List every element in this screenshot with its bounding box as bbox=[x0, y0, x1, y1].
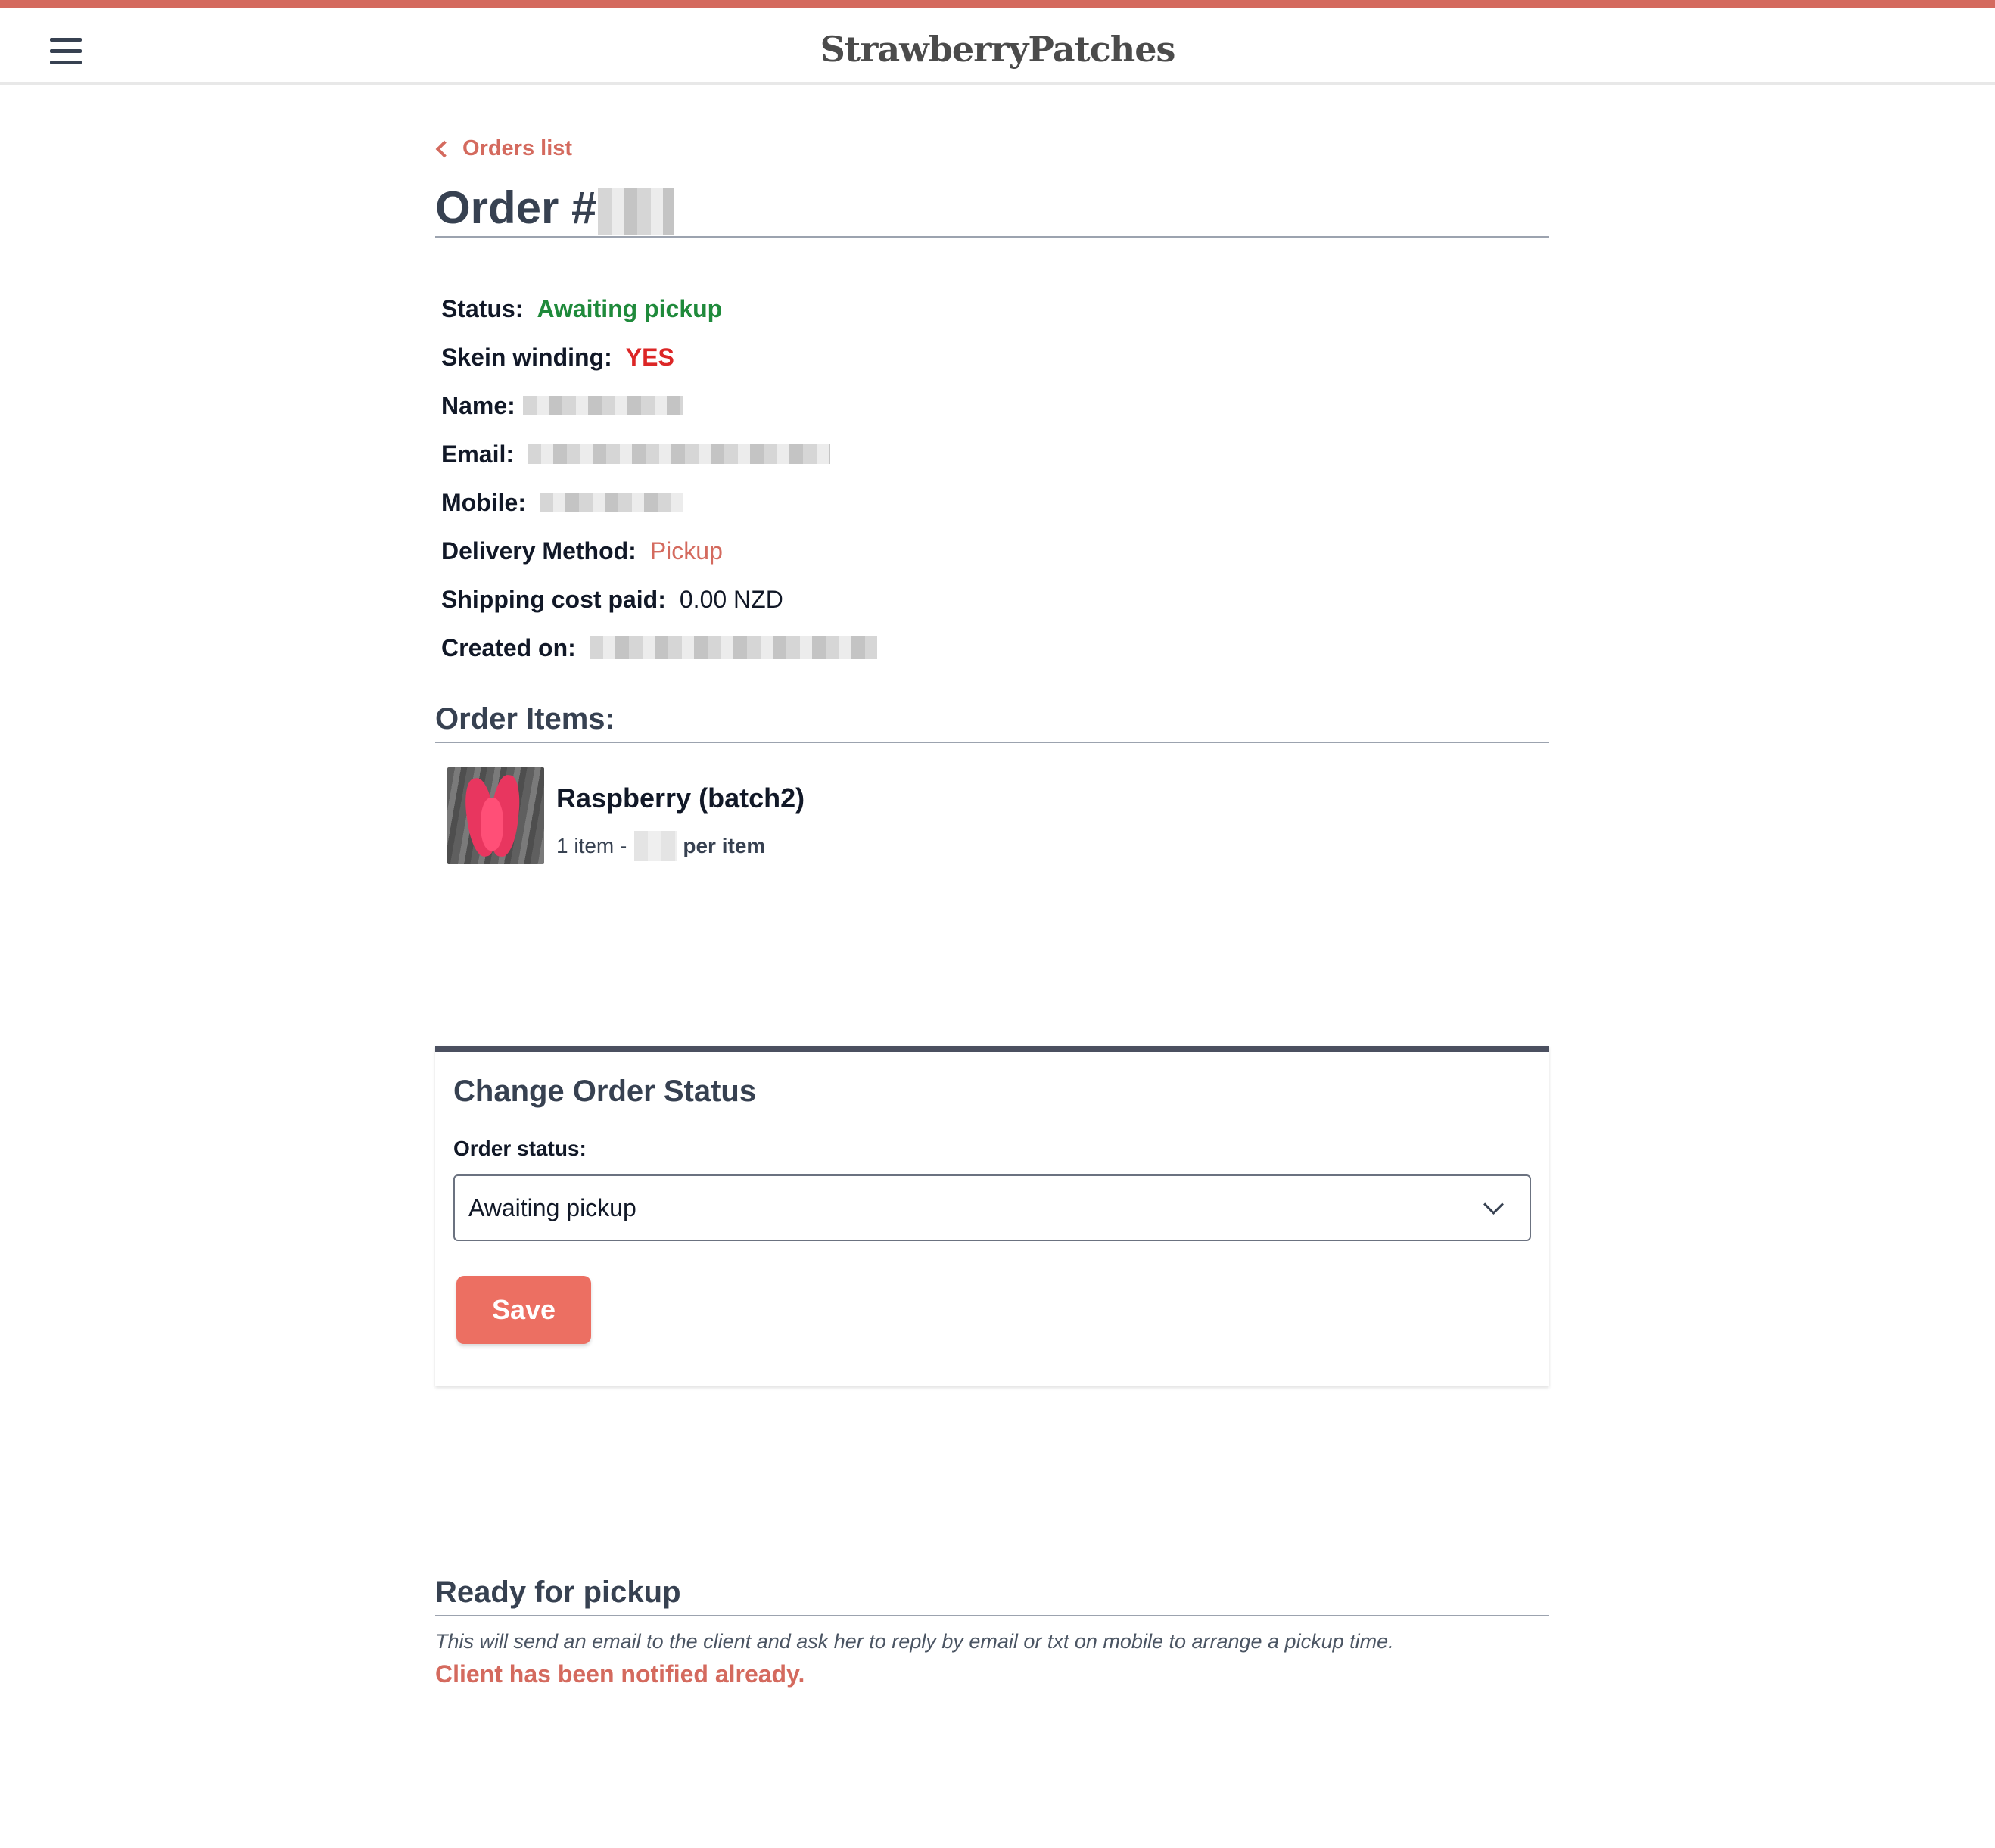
shipping-label: Shipping cost paid: bbox=[441, 585, 666, 613]
list-item: Raspberry (batch2) 1 item - per item bbox=[447, 767, 805, 864]
redacted-order-number bbox=[598, 188, 674, 235]
items-divider bbox=[435, 742, 1549, 743]
chevron-down-icon bbox=[1483, 1194, 1504, 1215]
order-items-heading: Order Items: bbox=[435, 702, 615, 736]
name-row: Name: bbox=[441, 381, 877, 430]
delivery-row: Delivery Method: Pickup bbox=[441, 527, 877, 575]
chevron-left-icon bbox=[435, 140, 453, 157]
back-link-label: Orders list bbox=[462, 136, 573, 160]
card-title: Change Order Status bbox=[453, 1075, 757, 1108]
title-divider bbox=[435, 236, 1549, 238]
redacted-created-date bbox=[589, 636, 877, 659]
ready-for-pickup-heading: Ready for pickup bbox=[435, 1576, 681, 1609]
save-button[interactable]: Save bbox=[456, 1276, 591, 1344]
redacted-price bbox=[634, 831, 677, 861]
pickup-note: This will send an email to the client an… bbox=[435, 1630, 1394, 1653]
notified-message: Client has been notified already. bbox=[435, 1660, 805, 1688]
order-status-select[interactable]: Awaiting pickup bbox=[453, 1174, 1531, 1241]
back-to-orders-link[interactable]: Orders list bbox=[435, 136, 572, 161]
status-label: Status: bbox=[441, 294, 524, 322]
order-title-prefix: Order # bbox=[435, 182, 597, 233]
change-status-card: Change Order Status Order status: Awaiti… bbox=[435, 1046, 1549, 1386]
order-details: Status: Awaiting pickup Skein winding: Y… bbox=[441, 285, 877, 672]
item-quantity: 1 item - per item bbox=[556, 831, 805, 861]
shipping-row: Shipping cost paid: 0.00 NZD bbox=[441, 575, 877, 624]
per-item-text: per item bbox=[683, 834, 766, 857]
email-label: Email: bbox=[441, 440, 515, 468]
site-logo[interactable]: StrawberryPatches bbox=[0, 29, 1995, 70]
delivery-value: Pickup bbox=[649, 537, 723, 565]
redacted-mobile bbox=[539, 493, 683, 512]
name-label: Name: bbox=[441, 391, 515, 419]
redacted-email bbox=[528, 444, 831, 464]
status-row: Status: Awaiting pickup bbox=[441, 285, 877, 333]
delivery-label: Delivery Method: bbox=[441, 537, 636, 565]
mobile-label: Mobile: bbox=[441, 488, 526, 516]
skein-label: Skein winding: bbox=[441, 343, 612, 371]
item-name: Raspberry (batch2) bbox=[556, 782, 805, 814]
created-row: Created on: bbox=[441, 624, 877, 672]
yarn-thumbnail[interactable] bbox=[447, 767, 544, 864]
order-status-label: Order status: bbox=[453, 1137, 587, 1160]
order-status-selected-value: Awaiting pickup bbox=[468, 1194, 636, 1221]
item-qty-text: 1 item - bbox=[556, 834, 627, 857]
page-title: Order # bbox=[435, 182, 674, 235]
email-row: Email: bbox=[441, 430, 877, 478]
created-label: Created on: bbox=[441, 633, 576, 661]
redacted-name bbox=[522, 396, 683, 415]
skein-row: Skein winding: YES bbox=[441, 333, 877, 381]
top-navbar: StrawberryPatches bbox=[0, 0, 1995, 85]
mobile-row: Mobile: bbox=[441, 478, 877, 527]
pickup-divider bbox=[435, 1615, 1549, 1616]
skein-value: YES bbox=[625, 343, 674, 371]
shipping-value: 0.00 NZD bbox=[679, 585, 783, 613]
status-value: Awaiting pickup bbox=[537, 294, 723, 322]
